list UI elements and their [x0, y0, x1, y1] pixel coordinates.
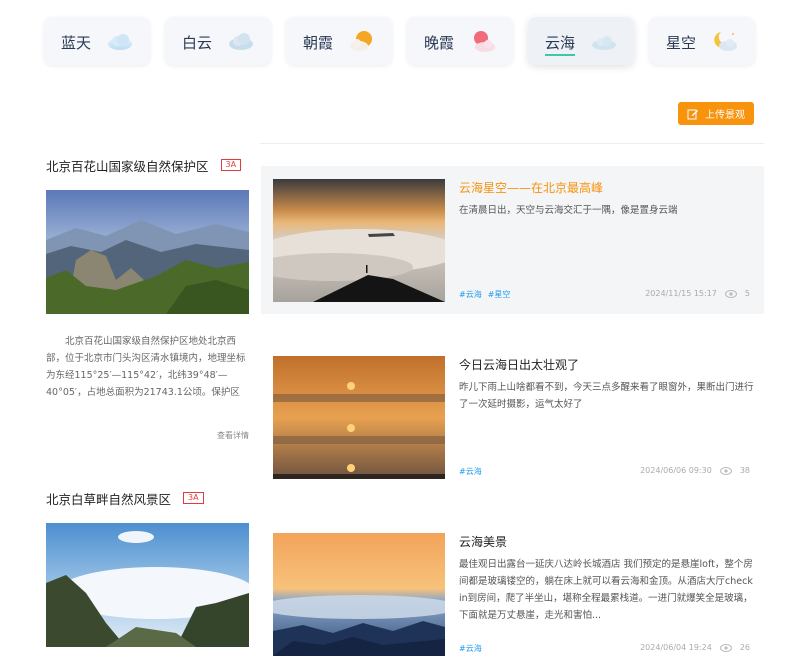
article-description: 在清晨日出，天空与云海交汇于一隅，像是置身云端 — [459, 205, 678, 216]
article-meta: 2024/06/06 09:30 38 — [640, 466, 750, 475]
cloud-icon — [590, 29, 618, 53]
tab-label: 蓝天 — [61, 34, 92, 52]
category-tabs: 蓝天 白云 朝霞 晚霞 云海 星空 — [44, 17, 756, 65]
article-description: 最佳观日出露台一延庆八达岭长城酒店 我们预定的是悬崖loft，整个房间都是玻璃镂… — [459, 559, 753, 621]
edit-icon — [687, 108, 699, 120]
article-date: 2024/11/15 15:17 — [645, 289, 717, 298]
article-card[interactable]: 今日云海日出太壮观了 昨儿下雨上山啥都看不到，今天三点多醒来看了眼窗外，果断出门… — [261, 343, 764, 491]
eye-icon — [724, 289, 737, 298]
side-description: 北京百花山国家级自然保护区地处北京西部，位于北京市门头沟区清水镇境内，地理坐标为… — [46, 336, 246, 398]
tag-link[interactable]: #星空 — [488, 289, 511, 300]
tab-wanxia[interactable]: 晚霞 — [407, 17, 513, 65]
article-thumbnail[interactable] — [273, 533, 445, 656]
rating-badge: 3A — [220, 159, 242, 171]
article-date: 2024/06/04 19:24 — [640, 643, 712, 652]
tab-zhaoxia[interactable]: 朝霞 — [286, 17, 392, 65]
moon-cloud-icon — [711, 29, 739, 53]
tab-label: 白云 — [182, 34, 213, 52]
article-thumbnail[interactable] — [273, 179, 445, 302]
article-description: 昨儿下雨上山啥都看不到，今天三点多醒来看了眼窗外，果断出门进行了一次延时摄影，运… — [459, 382, 754, 410]
article-meta: 2024/06/04 19:24 26 — [640, 643, 750, 652]
article-meta: 2024/11/15 15:17 5 — [645, 289, 750, 298]
sunset-cloud-icon — [469, 29, 497, 53]
tag-link[interactable]: #云海 — [459, 466, 482, 477]
tab-baiyun[interactable]: 白云 — [165, 17, 271, 65]
upload-button[interactable]: 上传景观 — [678, 102, 754, 125]
view-count: 38 — [739, 466, 750, 475]
tab-label: 星空 — [666, 34, 697, 52]
view-count: 5 — [744, 289, 750, 298]
cloud-icon — [106, 29, 134, 53]
article-date: 2024/06/06 09:30 — [640, 466, 712, 475]
article-title[interactable]: 云海星空——在北京最高峰 — [459, 179, 603, 196]
sun-cloud-icon — [348, 29, 376, 53]
tag-link[interactable]: #云海 — [459, 643, 482, 654]
side-title-row: 北京白草畔自然风景区 3A — [46, 489, 249, 508]
article-tags: #云海 #星空 — [459, 289, 510, 300]
tab-lantian[interactable]: 蓝天 — [44, 17, 150, 65]
tab-xingkong[interactable]: 星空 — [649, 17, 755, 65]
side-title[interactable]: 北京百花山国家级自然保护区 — [46, 156, 209, 175]
divider — [260, 143, 764, 144]
side-title[interactable]: 北京白草畔自然风景区 — [46, 489, 171, 508]
eye-icon — [719, 643, 732, 652]
article-tags: #云海 — [459, 643, 482, 654]
tab-label: 晚霞 — [424, 34, 455, 52]
eye-icon — [719, 466, 732, 475]
tab-yunhai[interactable]: 云海 — [528, 17, 634, 65]
side-title-row: 北京百花山国家级自然保护区 3A — [46, 156, 249, 175]
side-image[interactable] — [46, 190, 249, 314]
side-image[interactable] — [46, 523, 249, 647]
article-thumbnail[interactable] — [273, 356, 445, 479]
tag-link[interactable]: #云海 — [459, 289, 482, 300]
article-title[interactable]: 云海美景 — [459, 533, 507, 550]
view-count: 26 — [739, 643, 750, 652]
tab-label: 朝霞 — [303, 34, 334, 52]
tab-label: 云海 — [545, 32, 576, 56]
side-card: 北京白草畔自然风景区 3A — [46, 490, 249, 650]
upload-label: 上传景观 — [705, 110, 745, 121]
article-card[interactable]: 云海星空——在北京最高峰 在清晨日出，天空与云海交汇于一隅，像是置身云端 #云海… — [261, 166, 764, 314]
rating-badge: 3A — [183, 492, 204, 504]
article-title[interactable]: 今日云海日出太壮观了 — [459, 356, 579, 373]
article-card[interactable]: 云海美景 最佳观日出露台一延庆八达岭长城酒店 我们预定的是悬崖loft，整个房间… — [261, 520, 764, 665]
side-card: 北京百花山国家级自然保护区 3A 北京百花山国家级自然保护区地处北京西部，位于北… — [46, 157, 249, 447]
view-details-link[interactable]: 查看详情 — [217, 430, 249, 441]
article-tags: #云海 — [459, 466, 482, 477]
cloud-icon — [227, 29, 255, 53]
